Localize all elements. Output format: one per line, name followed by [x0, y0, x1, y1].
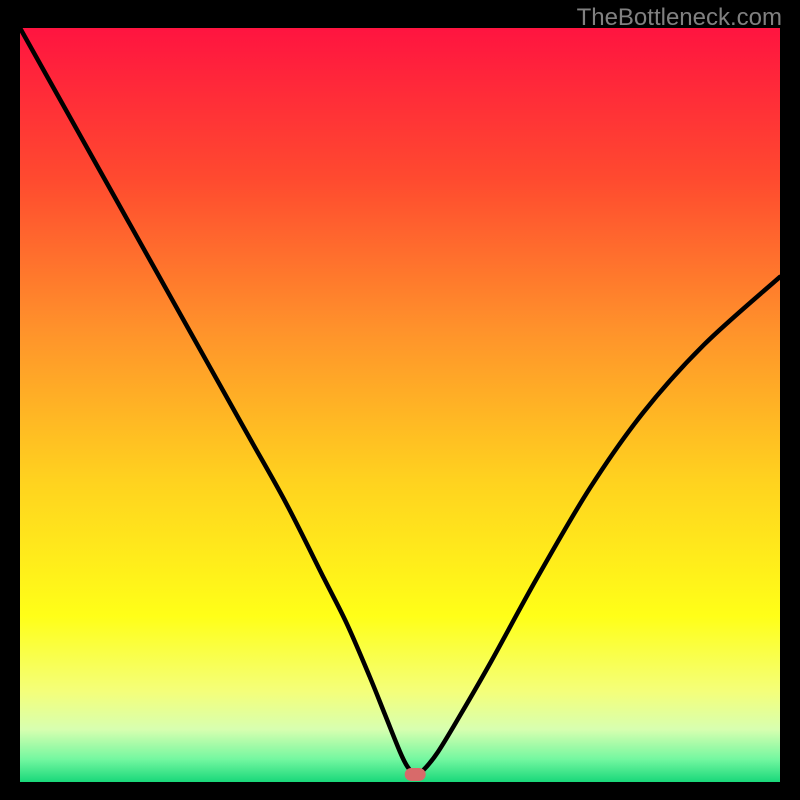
watermark-text: TheBottleneck.com — [577, 4, 782, 32]
plot-area — [20, 28, 780, 782]
chart-outer: TheBottleneck.com — [0, 0, 800, 800]
gradient-rect — [20, 28, 780, 782]
optimal-marker — [405, 768, 425, 780]
chart-svg — [20, 28, 780, 782]
